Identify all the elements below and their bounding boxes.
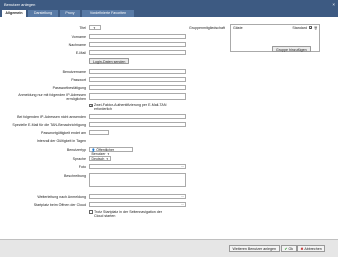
pw-expiry-label: Passwortgültigkeit endet am <box>41 131 86 135</box>
chevron-down-icon: ▼ <box>93 26 96 30</box>
file-picker-icon[interactable]: ⋯ <box>181 165 184 169</box>
add-more-users-button[interactable]: Weiteren Benutzer anlegen <box>229 245 280 252</box>
use-startpage-label: Trotz Startplatz in der Seitennavigation… <box>94 210 162 218</box>
password-confirm-label: Passwortbestätigung <box>53 86 86 90</box>
send-login-button[interactable]: Login-Daten senden <box>89 58 129 64</box>
tan-email-input[interactable] <box>89 122 186 127</box>
title-label: Titel <box>79 26 86 30</box>
tab-bar: Allgemein Darstellung Proxy Vordefiniert… <box>0 9 338 17</box>
check-icon: ✔ <box>285 247 288 251</box>
title-select[interactable]: ▼ <box>89 25 101 31</box>
window-titlebar: Benutzer anlegen × <box>0 0 338 9</box>
pw-expiry-input[interactable] <box>89 130 109 135</box>
group-standard-checkbox[interactable]: ✔ <box>309 26 312 29</box>
use-startpage-checkbox[interactable] <box>89 210 93 214</box>
ip-login-label: Anmeldung nur mit folgenden IP-Adressen … <box>18 93 86 101</box>
group-row[interactable]: Gäste Standard ✔ 🗑 <box>231 25 319 31</box>
user-type-label: Benutzertyp <box>67 148 86 152</box>
ip-login-input[interactable] <box>89 93 186 100</box>
user-type-select[interactable]: 👤 Öffentlicher Benutzer▼ <box>89 147 133 153</box>
ok-button[interactable]: ✔ Ok <box>281 245 297 252</box>
lastname-label: Nachname <box>69 43 86 47</box>
tab-allgemein[interactable]: Allgemein <box>2 10 26 17</box>
chevron-down-icon: ▼ <box>106 157 109 161</box>
two-factor-checkbox[interactable]: ✔ <box>89 104 93 108</box>
description-label: Beschreibung <box>64 174 86 178</box>
tab-darstellung[interactable]: Darstellung <box>28 10 58 17</box>
startpage-label: Startplatz beim Öffnen der Cloud <box>34 203 86 207</box>
password-label: Passwort <box>71 78 86 82</box>
username-label: Benutzername <box>63 70 86 74</box>
email-label: E-Mail <box>76 51 86 55</box>
group-standard-label: Standard <box>292 26 307 30</box>
groups-label: Gruppenmitgliedschaft <box>189 26 225 30</box>
firstname-input[interactable] <box>89 34 186 39</box>
redirect-label: Weiterleitung nach Anmeldung <box>37 195 86 199</box>
photo-input[interactable]: ⋯ <box>89 164 186 169</box>
link-picker-icon[interactable]: ⋯ <box>181 203 184 207</box>
close-icon[interactable]: × <box>332 2 335 7</box>
language-label: Sprache <box>73 157 86 161</box>
description-textarea[interactable] <box>89 173 186 187</box>
username-input[interactable] <box>89 69 186 74</box>
password-input[interactable] <box>89 77 186 82</box>
validity-interval-label: Intervall der Gültigkeit in Tagen <box>37 139 86 143</box>
dialog-footer: Weiteren Benutzer anlegen ✔ Ok ✖ Abbrech… <box>0 239 338 257</box>
email-input[interactable] <box>89 50 186 55</box>
trash-icon[interactable]: 🗑 <box>314 26 318 30</box>
firstname-label: Vorname <box>72 35 86 39</box>
link-picker-icon[interactable]: ⋯ <box>181 195 184 199</box>
tab-vordefinierte-favoriten[interactable]: Vordefinierte Favoriten <box>82 10 134 17</box>
window-title: Benutzer anlegen <box>4 2 35 7</box>
lastname-input[interactable] <box>89 42 186 47</box>
redirect-input[interactable]: ⋯ <box>89 194 186 199</box>
group-name: Gäste <box>233 26 243 30</box>
tan-email-label: Spezielle E-Mail für die TAN-Benachricht… <box>12 123 86 127</box>
tan-ip-label: Bei folgenden IP-Adressen nicht anwenden <box>17 115 86 119</box>
add-group-button[interactable]: Gruppe hinzufügen <box>272 46 311 52</box>
startpage-input[interactable]: ⋯ <box>89 202 186 207</box>
check-icon: ✔ <box>90 104 93 108</box>
tan-ip-input[interactable] <box>89 114 186 119</box>
two-factor-label: Zwei-Faktor-Authentifizierung per E-Mail… <box>94 103 166 111</box>
tab-proxy[interactable]: Proxy <box>60 10 80 17</box>
cancel-button[interactable]: ✖ Abbrechen <box>297 245 325 252</box>
password-confirm-input[interactable] <box>89 85 186 90</box>
language-select[interactable]: Deutsch▼ <box>89 156 111 162</box>
user-icon: 👤 <box>92 148 96 152</box>
photo-label: Foto <box>79 165 86 169</box>
